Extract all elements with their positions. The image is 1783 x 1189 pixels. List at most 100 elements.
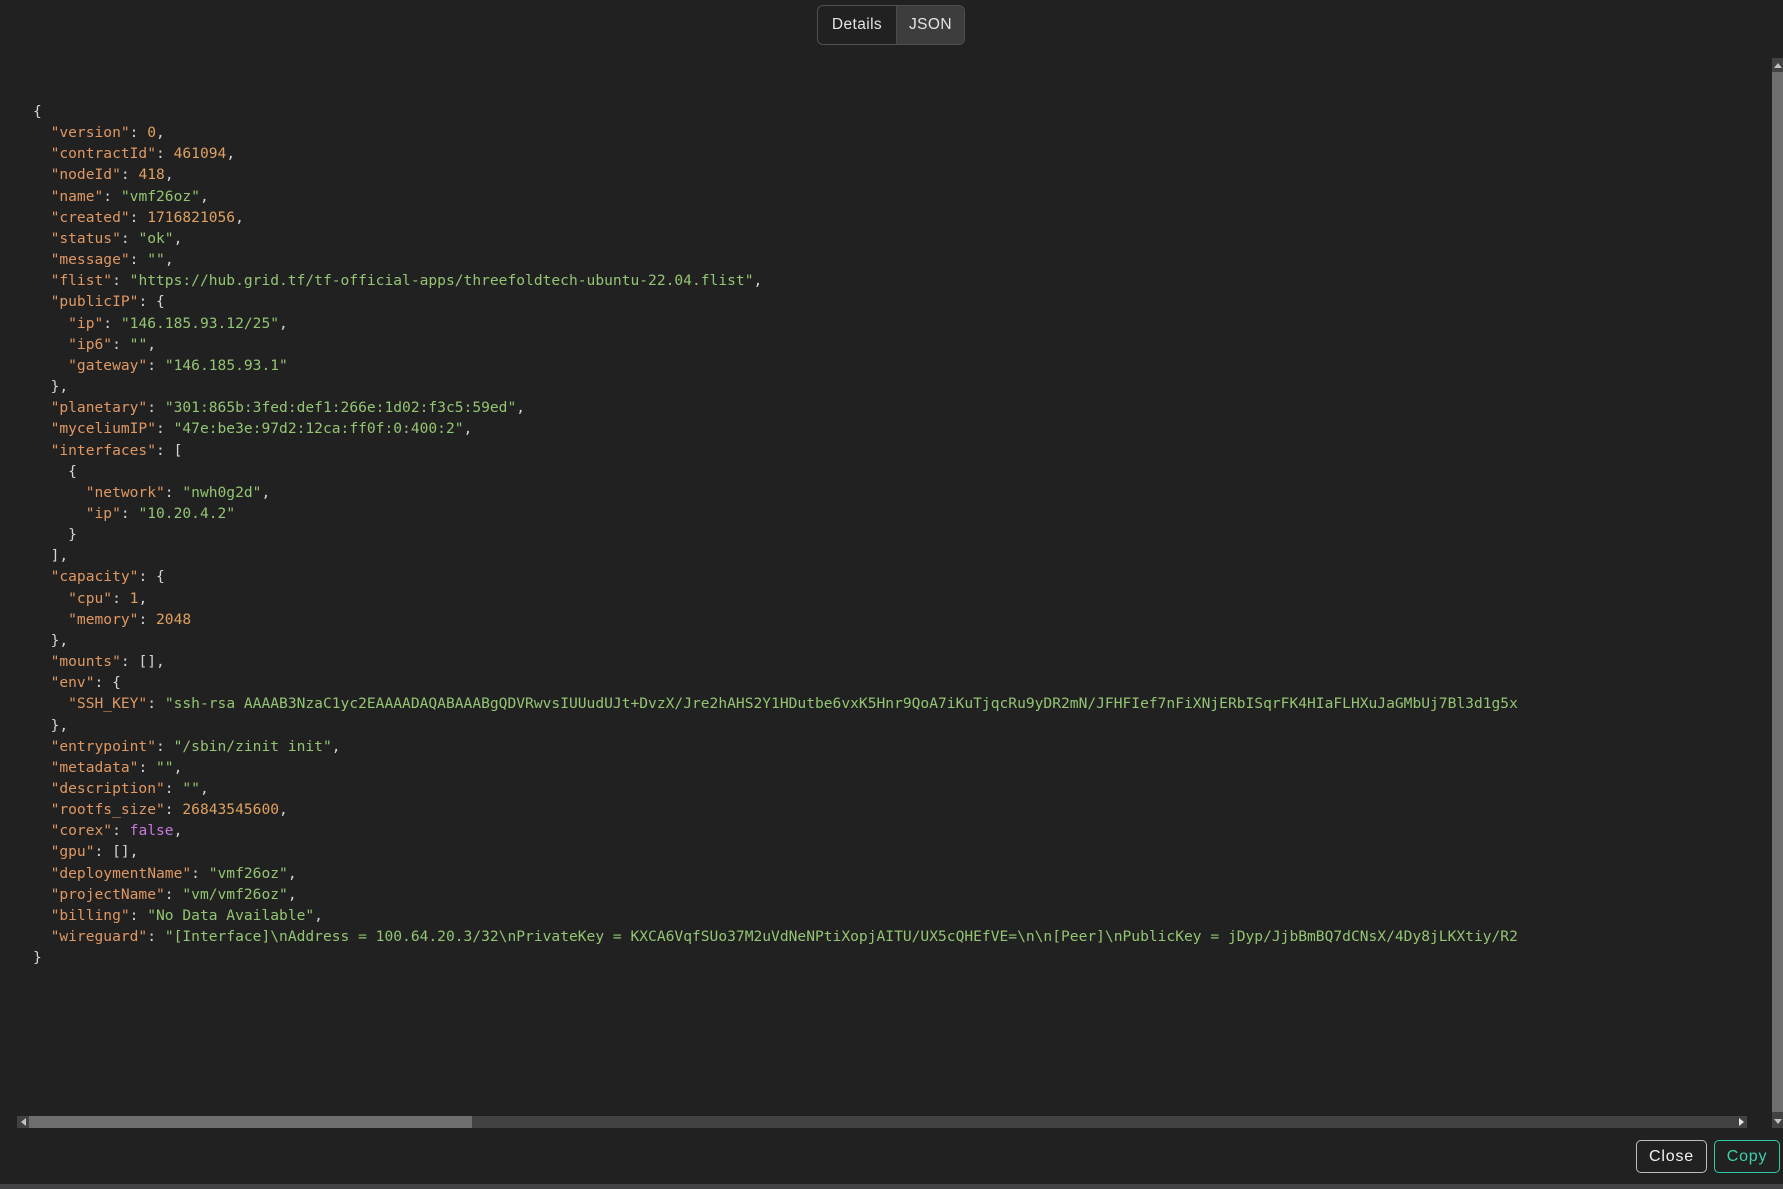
code-token: : {	[95, 674, 121, 691]
code-line: "wireguard": "[Interface]\nAddress = 100…	[33, 926, 1765, 947]
code-line: {	[33, 101, 1765, 122]
code-line: "interfaces": [	[33, 440, 1765, 461]
scroll-up-arrow-icon[interactable]	[1772, 58, 1783, 72]
code-line: "memory": 2048	[33, 609, 1765, 630]
code-token: :	[112, 822, 130, 839]
code-line: "nodeId": 418,	[33, 164, 1765, 185]
code-token: "/sbin/zinit init"	[174, 738, 332, 755]
code-token: :	[138, 611, 156, 628]
code-line: "gateway": "146.185.93.1"	[33, 355, 1765, 376]
close-button[interactable]: Close	[1636, 1140, 1707, 1173]
json-code: { "version": 0, "contractId": 461094, "n…	[0, 57, 1765, 968]
code-token: "SSH_KEY"	[33, 695, 147, 712]
code-line: "message": "",	[33, 249, 1765, 270]
code-line: "created": 1716821056,	[33, 207, 1765, 228]
code-token: 0	[147, 124, 156, 141]
code-token: ""	[182, 780, 200, 797]
json-details-modal: Details JSON { "version": 0, "contractId…	[0, 0, 1783, 1189]
code-token: ,	[288, 865, 297, 882]
code-token: false	[130, 822, 174, 839]
horizontal-scrollbar-thumb[interactable]	[29, 1116, 472, 1128]
code-token: :	[112, 336, 130, 353]
code-line: "entrypoint": "/sbin/zinit init",	[33, 736, 1765, 757]
code-token: : {	[138, 293, 164, 310]
code-token: ,	[279, 315, 288, 332]
code-line: "name": "vmf26oz",	[33, 186, 1765, 207]
code-line: "planetary": "301:865b:3fed:def1:266e:1d…	[33, 397, 1765, 418]
code-token: "created"	[33, 209, 130, 226]
code-token: "ip"	[33, 315, 103, 332]
code-line: "capacity": {	[33, 566, 1765, 587]
code-token: "ok"	[138, 230, 173, 247]
code-token: "146.185.93.1"	[165, 357, 288, 374]
tab-details[interactable]: Details	[818, 6, 896, 44]
copy-button[interactable]: Copy	[1714, 1140, 1780, 1173]
code-token: "message"	[33, 251, 130, 268]
code-token: "[Interface]\nAddress = 100.64.20.3/32\n…	[165, 928, 1518, 945]
code-token: "nwh0g2d"	[182, 484, 261, 501]
code-token: :	[165, 484, 183, 501]
code-token: 2048	[156, 611, 191, 628]
code-token: "cpu"	[33, 590, 112, 607]
code-token: "myceliumIP"	[33, 420, 156, 437]
scroll-down-arrow-icon[interactable]	[1772, 1114, 1783, 1128]
code-token: :	[112, 272, 130, 289]
horizontal-scrollbar[interactable]	[17, 1116, 1747, 1128]
code-token: }	[33, 526, 77, 543]
code-line: "billing": "No Data Available",	[33, 905, 1765, 926]
code-token: "network"	[33, 484, 165, 501]
code-token: "description"	[33, 780, 165, 797]
code-token: "gpu"	[33, 843, 95, 860]
code-token: },	[33, 378, 68, 395]
code-line: "SSH_KEY": "ssh-rsa AAAAB3NzaC1yc2EAAAAD…	[33, 693, 1765, 714]
code-token: ,	[165, 166, 174, 183]
code-token: "vm/vmf26oz"	[182, 886, 287, 903]
code-line: },	[33, 630, 1765, 651]
code-token: :	[138, 759, 156, 776]
code-line: ],	[33, 545, 1765, 566]
code-token: ,	[332, 738, 341, 755]
code-token: ,	[156, 124, 165, 141]
code-token: :	[121, 166, 139, 183]
code-token: :	[147, 399, 165, 416]
tab-json[interactable]: JSON	[896, 6, 964, 44]
code-line: "version": 0,	[33, 122, 1765, 143]
code-token: ,	[138, 590, 147, 607]
code-token: "projectName"	[33, 886, 165, 903]
code-token: :	[121, 505, 139, 522]
code-token: :	[103, 188, 121, 205]
code-token: 1716821056	[147, 209, 235, 226]
code-token: :	[103, 315, 121, 332]
code-line: }	[33, 524, 1765, 545]
code-token: "gateway"	[33, 357, 147, 374]
json-code-viewport[interactable]: { "version": 0, "contractId": 461094, "n…	[0, 57, 1765, 1128]
code-token: : [],	[121, 653, 165, 670]
code-line: "cpu": 1,	[33, 588, 1765, 609]
scroll-right-arrow-icon[interactable]	[1735, 1116, 1747, 1128]
code-line: "gpu": [],	[33, 841, 1765, 862]
code-line: "rootfs_size": 26843545600,	[33, 799, 1765, 820]
code-line: "mounts": [],	[33, 651, 1765, 672]
code-line: "publicIP": {	[33, 291, 1765, 312]
code-token: "memory"	[33, 611, 138, 628]
code-token: :	[165, 801, 183, 818]
code-token: "flist"	[33, 272, 112, 289]
vertical-scrollbar[interactable]	[1772, 58, 1783, 1128]
code-token: "nodeId"	[33, 166, 121, 183]
code-token: "capacity"	[33, 568, 138, 585]
code-line: },	[33, 376, 1765, 397]
code-token: ,	[516, 399, 525, 416]
code-line: "contractId": 461094,	[33, 143, 1765, 164]
code-token: ,	[753, 272, 762, 289]
code-token: ,	[200, 188, 209, 205]
code-token: "metadata"	[33, 759, 138, 776]
code-line: "projectName": "vm/vmf26oz",	[33, 884, 1765, 905]
background-page-edge	[0, 1184, 1783, 1189]
code-token: "146.185.93.12/25"	[121, 315, 279, 332]
scroll-left-arrow-icon[interactable]	[17, 1116, 29, 1128]
code-line: "status": "ok",	[33, 228, 1765, 249]
vertical-scrollbar-thumb[interactable]	[1772, 72, 1783, 1112]
code-token: :	[165, 780, 183, 797]
code-token: "ip6"	[33, 336, 112, 353]
code-line: "corex": false,	[33, 820, 1765, 841]
